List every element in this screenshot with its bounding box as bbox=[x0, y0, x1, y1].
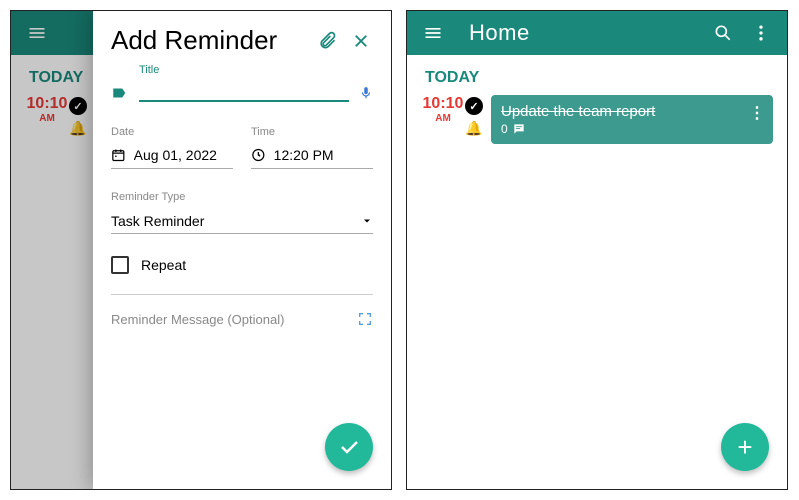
repeat-label: Repeat bbox=[141, 257, 186, 273]
check-icon: ✓ bbox=[465, 97, 483, 115]
confirm-button[interactable] bbox=[325, 423, 373, 471]
reminder-card-count: 0 bbox=[501, 122, 508, 136]
date-value[interactable] bbox=[134, 147, 233, 163]
bell-icon: 🔔 bbox=[465, 119, 483, 137]
date-input[interactable] bbox=[111, 142, 233, 169]
title-input[interactable] bbox=[139, 80, 349, 102]
expand-icon[interactable] bbox=[357, 311, 373, 327]
tag-icon[interactable] bbox=[111, 84, 129, 102]
mic-icon[interactable] bbox=[359, 84, 373, 102]
appbar-title: Home bbox=[469, 20, 530, 46]
appbar: Home bbox=[407, 11, 787, 55]
repeat-checkbox[interactable] bbox=[111, 256, 129, 274]
reminder-card-title: Update the team report bbox=[501, 103, 763, 120]
menu-icon[interactable] bbox=[421, 21, 445, 45]
title-field-label: Title bbox=[139, 64, 373, 76]
message-input[interactable]: Reminder Message (Optional) bbox=[111, 312, 357, 327]
close-icon[interactable] bbox=[349, 29, 373, 53]
clock-icon bbox=[251, 146, 266, 164]
calendar-icon bbox=[111, 146, 126, 164]
comment-icon bbox=[512, 122, 526, 136]
reminder-type-value: Task Reminder bbox=[111, 213, 361, 229]
section-today-label: TODAY bbox=[407, 55, 787, 95]
overflow-icon[interactable] bbox=[749, 21, 773, 45]
item-time: 10:10 bbox=[421, 95, 465, 113]
time-value[interactable] bbox=[274, 147, 373, 163]
time-field-label: Time bbox=[251, 126, 373, 138]
item-ampm: AM bbox=[421, 113, 465, 124]
chevron-down-icon bbox=[361, 215, 373, 227]
add-reminder-modal: Add Reminder Title Date bbox=[93, 11, 391, 489]
screen-add-reminder: TODAY 10:10 AM ✓ 🔔 Add Reminder Title bbox=[10, 10, 392, 490]
screen-home: Home TODAY 10:10 AM ✓ 🔔 Update the team … bbox=[406, 10, 788, 490]
card-overflow-icon[interactable]: ⋮ bbox=[749, 103, 765, 123]
date-field-label: Date bbox=[111, 126, 233, 138]
modal-title: Add Reminder bbox=[111, 25, 315, 56]
search-icon[interactable] bbox=[711, 21, 735, 45]
reminder-card[interactable]: Update the team report 0 ⋮ bbox=[491, 95, 773, 144]
time-input[interactable] bbox=[251, 142, 373, 169]
attachment-icon[interactable] bbox=[315, 29, 339, 53]
reminder-type-select[interactable]: Task Reminder bbox=[111, 207, 373, 234]
add-button[interactable]: + bbox=[721, 423, 769, 471]
reminder-type-label: Reminder Type bbox=[111, 191, 373, 203]
